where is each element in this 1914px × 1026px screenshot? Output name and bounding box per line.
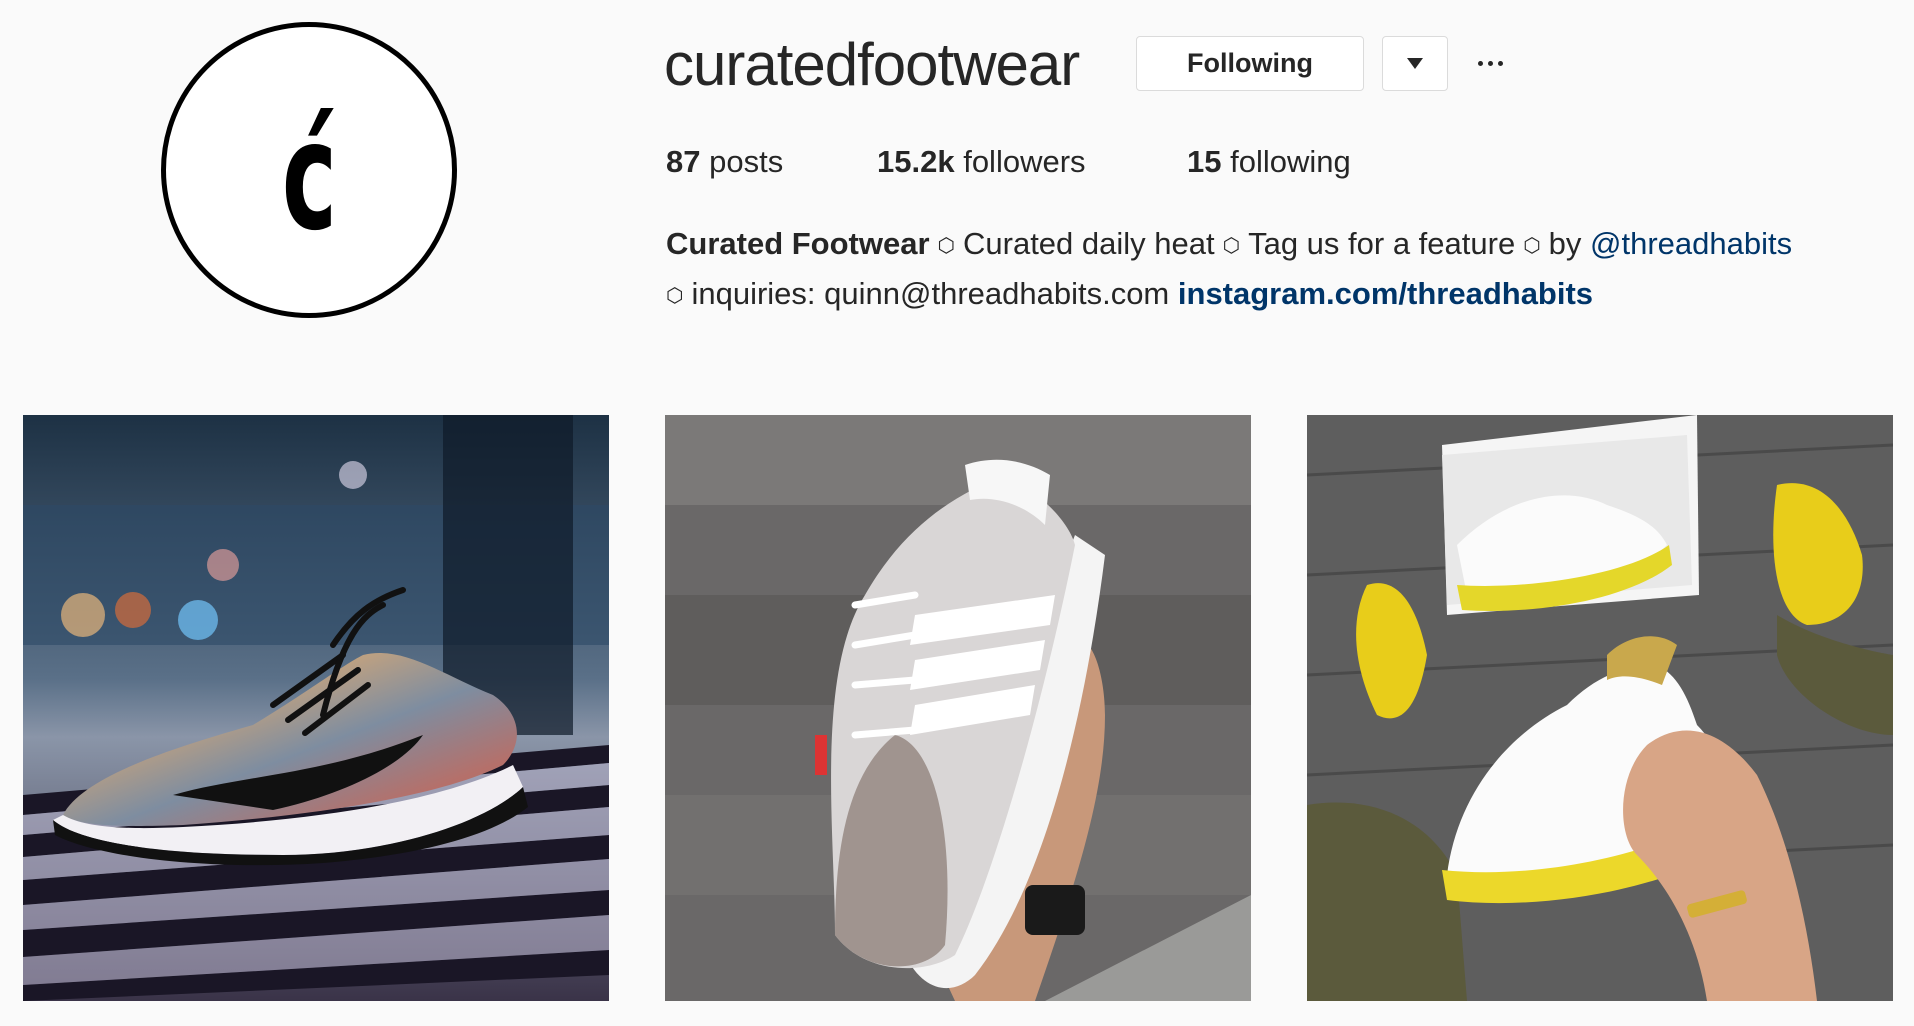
bio-mention-link[interactable]: @threadhabits [1590,226,1792,261]
separator-icon: ⬡ [1222,235,1241,257]
followers-count: 15.2k [877,144,955,179]
more-icon [1477,61,1503,66]
bio-text-3: by [1548,226,1582,261]
following-count: 15 [1187,144,1222,179]
post-thumbnail-1[interactable] [23,415,609,1001]
separator-icon: ⬡ [666,285,684,307]
following-button[interactable]: Following [1136,36,1364,91]
followers-label: followers [963,144,1086,179]
sneaker-photo-3 [1307,415,1893,1001]
stat-following[interactable]: 15 following [1187,140,1351,184]
more-options-button[interactable] [1470,36,1510,91]
post-thumbnail-3[interactable] [1307,415,1893,1001]
sneaker-photo-1 [23,415,609,1001]
post-thumbnail-2[interactable] [665,415,1251,1001]
following-label: following [1230,144,1351,179]
profile-avatar[interactable]: ć [161,22,457,318]
posts-count: 87 [666,144,701,179]
posts-label: posts [709,144,784,179]
stat-posts: 87 posts [666,140,783,184]
bio-text-2: Tag us for a feature [1248,226,1516,261]
bio-text-1: Curated daily heat [963,226,1215,261]
sneaker-photo-2 [665,415,1251,1001]
profile-bio: Curated Footwear ⬡ Curated daily heat ⬡ Tag … [666,220,1906,320]
profile-username: curatedfootwear [664,31,1080,98]
chevron-down-icon [1407,58,1423,69]
avatar-letter: ć [281,90,337,264]
suggestions-dropdown-button[interactable] [1382,36,1448,91]
bio-text-4: inquiries: quinn@threadhabits.com [691,276,1170,311]
separator-icon: ⬡ [937,235,955,257]
bio-name: Curated Footwear [666,226,930,261]
separator-icon: ⬡ [1523,235,1541,257]
stat-followers[interactable]: 15.2k followers [877,140,1086,184]
bio-website-link[interactable]: instagram.com/threadhabits [1178,276,1593,311]
